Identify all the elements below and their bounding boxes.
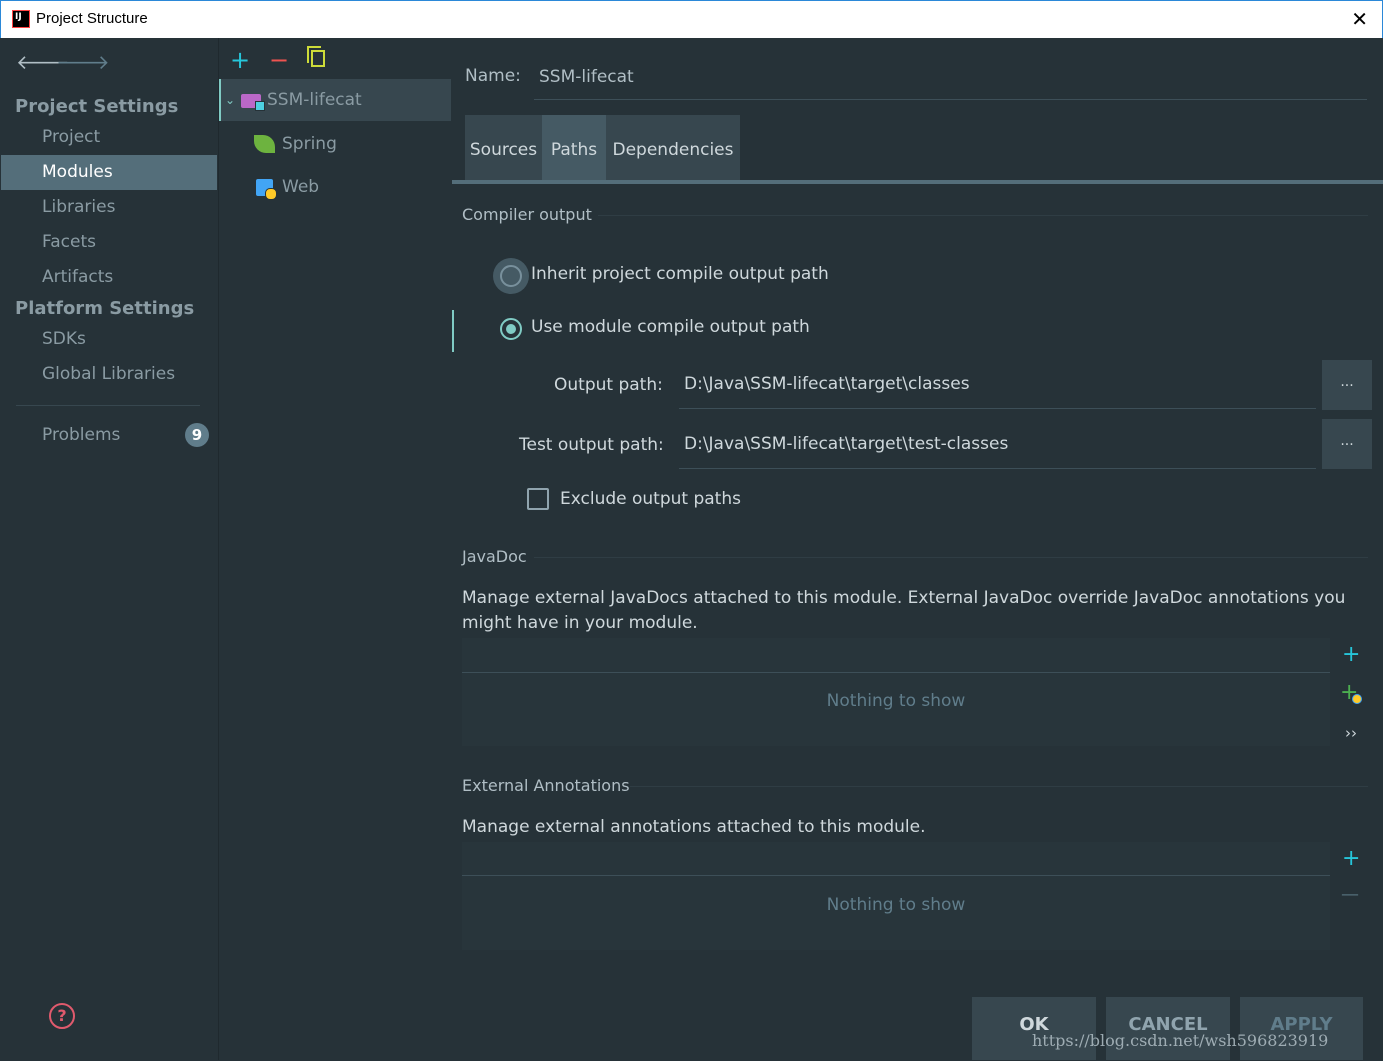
test-output-path-browse-button[interactable]: ... [1322, 419, 1372, 469]
output-path-label: Output path: [554, 375, 663, 395]
javadoc-description-line1: Manage external JavaDocs attached to thi… [462, 588, 1346, 608]
tree-item-spring[interactable]: Spring [282, 123, 337, 165]
window-title: Project Structure [36, 10, 148, 27]
navigation-arrows: 🡐🡒 [16, 50, 110, 74]
remove-module-icon[interactable]: − [269, 46, 289, 74]
compiler-output-separator [598, 215, 1368, 216]
add-javadoc-url-icon[interactable]: + [1340, 680, 1362, 705]
annotations-list-header-line [462, 875, 1330, 876]
tab-dependencies[interactable]: Dependencies [606, 115, 740, 182]
arrow-right-icon[interactable]: 🡒 [56, 50, 110, 74]
compiler-output-heading: Compiler output [462, 205, 592, 224]
ok-button[interactable]: OK [972, 997, 1096, 1060]
use-module-output-label[interactable]: Use module compile output path [531, 317, 810, 337]
annotations-empty-text: Nothing to show [826, 895, 966, 915]
remove-annotation-icon[interactable]: — [1341, 884, 1359, 905]
focus-indicator [452, 310, 454, 352]
project-settings-heading: Project Settings [15, 96, 179, 117]
watermark-text: https://blog.csdn.net/wsh596823919 [1032, 1031, 1329, 1050]
javadoc-description-line2: might have in your module. [462, 613, 698, 633]
close-icon[interactable]: ✕ [1351, 7, 1368, 32]
sidebar-item-modules[interactable]: Modules [1, 155, 217, 190]
javadoc-heading: JavaDoc [462, 547, 527, 566]
javadoc-list-header-line [462, 672, 1330, 673]
title-bar: Project Structure ✕ [0, 0, 1383, 38]
add-annotation-icon[interactable]: + [1342, 846, 1360, 871]
test-output-path-input[interactable]: D:\Java\SSM-lifecat\target\test-classes [679, 421, 1316, 469]
exclude-output-paths-label[interactable]: Exclude output paths [560, 489, 741, 509]
module-tree-pane [218, 38, 451, 1060]
sidebar-item-libraries[interactable]: Libraries [1, 190, 217, 225]
external-annotations-description: Manage external annotations attached to … [462, 817, 926, 837]
tabs-underline [452, 180, 1383, 184]
module-folder-icon [241, 94, 265, 111]
add-module-icon[interactable]: + [230, 46, 250, 74]
sidebar-item-project[interactable]: Project [1, 120, 217, 155]
intellij-app-icon [12, 10, 30, 28]
module-name-input[interactable]: SSM-lifecat [534, 60, 1367, 100]
external-annotations-separator [630, 786, 1368, 787]
tree-item-label: SSM-lifecat [267, 90, 362, 110]
name-label: Name: [465, 66, 521, 86]
use-module-output-radio[interactable] [500, 318, 522, 340]
chevron-down-icon[interactable]: ⌄ [225, 79, 235, 121]
javadoc-empty-text: Nothing to show [826, 691, 966, 711]
sidebar-divider [16, 405, 200, 406]
tree-item-web[interactable]: Web [282, 166, 319, 208]
apply-button[interactable]: APPLY [1240, 997, 1363, 1060]
help-icon[interactable]: ? [49, 1003, 75, 1029]
copy-module-icon[interactable] [307, 46, 325, 67]
add-javadoc-icon[interactable]: + [1342, 642, 1360, 667]
sidebar-item-sdks[interactable]: SDKs [1, 322, 217, 357]
test-output-path-label: Test output path: [519, 435, 664, 455]
sidebar-item-artifacts[interactable]: Artifacts [1, 260, 217, 295]
sidebar-item-facets[interactable]: Facets [1, 225, 217, 260]
javadoc-separator [534, 557, 1368, 558]
tab-sources[interactable]: Sources [465, 115, 542, 182]
tab-paths[interactable]: Paths [542, 115, 606, 182]
cancel-button[interactable]: CANCEL [1106, 997, 1230, 1060]
platform-settings-heading: Platform Settings [15, 298, 195, 319]
external-annotations-heading: External Annotations [462, 776, 630, 795]
inherit-output-radio[interactable] [500, 265, 522, 287]
problems-count-badge: 9 [185, 423, 209, 447]
output-path-browse-button[interactable]: ... [1322, 360, 1372, 410]
output-path-input[interactable]: D:\Java\SSM-lifecat\target\classes [679, 361, 1316, 409]
more-actions-icon[interactable]: ›› [1345, 724, 1357, 742]
tree-item-ssm-lifecat[interactable]: ⌄ SSM-lifecat [219, 79, 451, 121]
sidebar-item-global-libraries[interactable]: Global Libraries [1, 357, 217, 392]
exclude-output-paths-checkbox[interactable] [527, 488, 549, 510]
inherit-output-label[interactable]: Inherit project compile output path [531, 264, 829, 284]
arrow-left-icon[interactable]: 🡐 [16, 50, 70, 74]
web-facet-icon [256, 179, 277, 200]
